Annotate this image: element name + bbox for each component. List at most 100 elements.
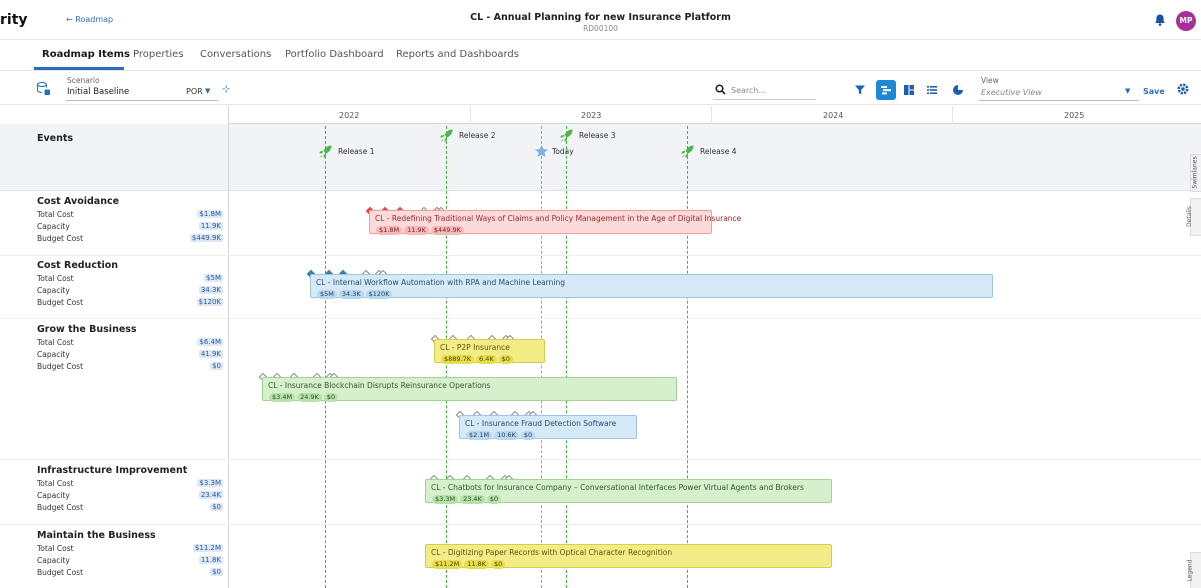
rocket-icon (560, 129, 573, 142)
events-heading: Events (37, 133, 74, 144)
tab-bar: Roadmap Items Properties Conversations P… (0, 40, 1201, 71)
roadmap-item-bar[interactable]: CL - Insurance Fraud Detection Software … (459, 415, 637, 440)
rocket-icon (681, 145, 694, 158)
rocket-icon (440, 129, 453, 142)
roadmap-app: rity ← Roadmap CL - Annual Planning for … (0, 0, 1201, 588)
avatar[interactable]: MP (1176, 11, 1196, 31)
budget-chip: $0 (498, 355, 513, 364)
year-divider (952, 106, 953, 124)
year-label: 2022 (339, 111, 360, 120)
capacity-value: 41.9K (198, 350, 223, 358)
roadmap-item-bar[interactable]: CL - P2P Insurance $889.7K 6.4K $0 (434, 339, 545, 364)
search-icon (715, 84, 726, 95)
swimlane-maintain-the-business: Maintain the Business Total Cost $11.2M C… (37, 530, 223, 579)
scenario-select[interactable]: Initial Baseline (67, 87, 129, 97)
top-header: rity ← Roadmap CL - Annual Planning for … (0, 0, 1201, 40)
budget-cost-value: $120K (196, 298, 223, 306)
scenario-underline (66, 100, 218, 101)
gantt-view-icon[interactable] (876, 80, 896, 100)
budget-cost-label: Budget Cost (37, 234, 84, 243)
side-tab-details[interactable]: Details (1186, 198, 1201, 236)
scenario-option[interactable]: POR (186, 87, 203, 96)
budget-chip: $0 (486, 495, 502, 504)
swimlane-cost-reduction: Cost Reduction Total Cost $5M Capacity 34.… (37, 260, 223, 309)
release-1-line (325, 126, 326, 588)
page-id: RD00100 (583, 24, 618, 33)
cost-chip: $2.1M (466, 431, 493, 440)
swimlane-title: Cost Reduction (37, 260, 119, 271)
year-label: 2025 (1064, 111, 1085, 120)
search-placeholder: Search... (731, 86, 767, 95)
swimlane-infrastructure-improvement: Infrastructure Improvement Total Cost $3.… (37, 465, 223, 514)
roadmap-item-title: CL - Digitizing Paper Records with Optic… (431, 548, 673, 557)
board-view-icon[interactable] (899, 80, 919, 100)
cost-chip: $11.2M (432, 560, 463, 569)
budget-cost-label: Budget Cost (37, 503, 84, 512)
roadmap-item-title: CL - P2P Insurance (440, 343, 510, 352)
swimlane-title: Infrastructure Improvement (37, 465, 188, 476)
cost-chip: $5M (317, 290, 337, 299)
roadmap-item-bar[interactable]: CL - Internal Workflow Automation with R… (310, 274, 993, 299)
swimlane-divider (0, 459, 1201, 460)
capacity-value: 34.3K (198, 286, 223, 294)
cost-chip: $3.3M (432, 495, 459, 504)
capacity-value: 11.8K (198, 556, 223, 564)
view-underline (979, 100, 1139, 101)
tab-properties[interactable]: Properties (133, 49, 184, 60)
save-button[interactable]: Save (1143, 87, 1165, 96)
side-tab-swimlanes[interactable]: Swimlanes (1190, 154, 1201, 192)
milestone-label: Today (552, 147, 574, 156)
roadmap-item-title: CL - Redefining Traditional Ways of Clai… (375, 214, 742, 223)
view-select[interactable]: Executive View (981, 88, 1042, 97)
star-icon (535, 145, 548, 157)
search-input[interactable]: Search... (713, 82, 816, 100)
rocket-icon (319, 145, 332, 158)
tab-reports-and-dashboards[interactable]: Reports and Dashboards (396, 49, 519, 60)
cost-chip: $1.8M (376, 226, 403, 235)
capacity-label: Capacity (37, 556, 70, 565)
budget-chip: $449.9K (430, 226, 464, 235)
total-cost-value: $1.8M (197, 210, 223, 218)
capacity-label: Capacity (37, 350, 70, 359)
budget-chip: $0 (520, 431, 536, 440)
roadmap-item-bar[interactable]: CL - Digitizing Paper Records with Optic… (425, 544, 832, 569)
swimlane-divider (0, 524, 1201, 525)
capacity-chip: 23.4K (460, 495, 485, 504)
bell-icon[interactable] (1153, 13, 1167, 27)
chevron-down-icon[interactable]: ▼ (205, 87, 210, 95)
total-cost-value: $6.4M (197, 338, 223, 346)
tab-conversations[interactable]: Conversations (200, 49, 271, 60)
capacity-label: Capacity (37, 491, 70, 500)
side-tab-legend[interactable]: Legend (1187, 552, 1201, 588)
pie-chart-icon[interactable] (948, 80, 968, 100)
scenario-icon[interactable] (36, 81, 51, 96)
capacity-chip: 6.4K (476, 355, 497, 364)
chevron-down-icon[interactable]: ▼ (1125, 87, 1130, 95)
roadmap-item-bar[interactable]: CL - Redefining Traditional Ways of Clai… (369, 210, 741, 235)
page-title: CL - Annual Planning for new Insurance P… (470, 12, 731, 23)
budget-cost-value: $0 (210, 568, 223, 576)
roadmap-item-bar[interactable]: CL - Chatbots for Insurance Company – Co… (425, 479, 832, 504)
capacity-chip: 10.6K (494, 431, 519, 440)
pin-icon[interactable]: ⊹ (222, 84, 230, 95)
capacity-value: 23.4K (198, 491, 223, 499)
total-cost-label: Total Cost (37, 544, 74, 553)
gear-icon[interactable] (1176, 82, 1190, 96)
swimlane-grow-the-business: Grow the Business Total Cost $6.4M Capaci… (37, 324, 223, 373)
total-cost-value: $11.2M (192, 544, 223, 552)
toolbar: Scenario Initial Baseline POR ▼ ⊹ Search… (0, 72, 1201, 105)
roadmap-timeline: 2022 2023 2024 2025 Events Release 1 Rel… (0, 106, 1201, 588)
list-view-icon[interactable] (922, 80, 942, 100)
swimlane-title: Cost Avoidance (37, 196, 120, 207)
tab-roadmap-items[interactable]: Roadmap Items (42, 49, 130, 60)
scenario-label: Scenario (67, 76, 100, 85)
tab-portfolio-dashboard[interactable]: Portfolio Dashboard (285, 49, 384, 60)
side-tab-label: Details (1185, 206, 1193, 227)
milestone-label: Release 1 (338, 147, 375, 156)
roadmap-item-title: CL - Insurance Blockchain Disrupts Reins… (268, 381, 491, 390)
swimlane-divider (0, 255, 1201, 256)
filter-icon[interactable] (850, 80, 870, 100)
budget-cost-label: Budget Cost (37, 362, 84, 371)
swimlane-title: Grow the Business (37, 324, 137, 335)
roadmap-item-bar[interactable]: CL - Insurance Blockchain Disrupts Reins… (262, 377, 677, 402)
